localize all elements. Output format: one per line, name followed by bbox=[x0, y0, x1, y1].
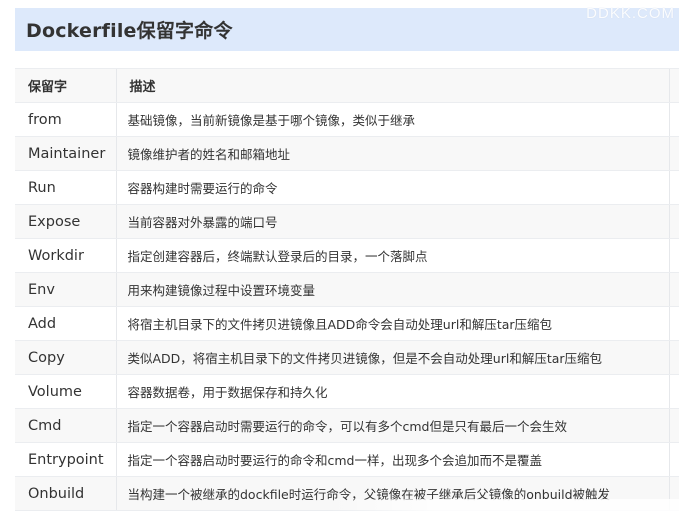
table-row: Add 将宿主机目录下的文件拷贝进镜像且ADD命令会自动处理url和解压tar压缩… bbox=[15, 306, 679, 341]
table-row: Cmd 指定一个容器启动时需要运行的命令，可以有多个cmd但是只有最后一个会生效 bbox=[15, 408, 679, 443]
keyword-cell: Copy bbox=[15, 340, 116, 375]
keyword-cell: from bbox=[15, 102, 116, 137]
table-row: Entrypoint 指定一个容器启动时要运行的命令和cmd一样，出现多个会追加而… bbox=[15, 442, 679, 477]
keyword-cell: Workdir bbox=[15, 238, 116, 273]
description-cell: 当前容器对外暴露的端口号 bbox=[115, 204, 669, 239]
description-cell: 容器数据卷，用于数据保存和持久化 bbox=[115, 374, 669, 409]
table-header-row: 保留字 描述 bbox=[15, 68, 679, 103]
header-filler bbox=[668, 68, 679, 103]
watermark: DDKK.COM bbox=[586, 5, 675, 22]
description-cell: 指定一个容器启动时要运行的命令和cmd一样，出现多个会追加而不是覆盖 bbox=[115, 442, 669, 477]
filler-cell bbox=[668, 272, 679, 307]
keyword-cell: Maintainer bbox=[15, 136, 116, 171]
table-row: Workdir 指定创建容器后，终端默认登录后的目录，一个落脚点 bbox=[15, 238, 679, 273]
description-cell: 用来构建镜像过程中设置环境变量 bbox=[115, 272, 669, 307]
filler-cell bbox=[668, 442, 679, 477]
filler-cell bbox=[668, 374, 679, 409]
description-cell: 镜像维护者的姓名和邮箱地址 bbox=[115, 136, 669, 171]
keyword-cell: Env bbox=[15, 272, 116, 307]
keyword-cell: Volume bbox=[15, 374, 116, 409]
keyword-cell: Expose bbox=[15, 204, 116, 239]
table-row: Expose 当前容器对外暴露的端口号 bbox=[15, 204, 679, 239]
filler-cell bbox=[668, 306, 679, 341]
description-cell: 指定一个容器启动时需要运行的命令，可以有多个cmd但是只有最后一个会生效 bbox=[115, 408, 669, 443]
description-cell: 基础镜像，当前新镜像是基于哪个镜像，类似于继承 bbox=[115, 102, 669, 137]
keyword-table: 保留字 描述 from 基础镜像，当前新镜像是基于哪个镜像，类似于继承 Mainta… bbox=[15, 68, 679, 511]
filler-cell bbox=[668, 136, 679, 171]
page-title: Dockerfile保留字命令 bbox=[26, 20, 233, 42]
table-row: from 基础镜像，当前新镜像是基于哪个镜像，类似于继承 bbox=[15, 102, 679, 137]
filler-cell bbox=[668, 204, 679, 239]
description-cell: 容器构建时需要运行的命令 bbox=[115, 170, 669, 205]
keyword-cell: Entrypoint bbox=[15, 442, 116, 477]
keyword-cell: Run bbox=[15, 170, 116, 205]
filler-cell bbox=[668, 102, 679, 137]
description-cell: 类似ADD，将宿主机目录下的文件拷贝进镜像，但是不会自动处理url和解压tar压… bbox=[115, 340, 669, 375]
table-row: Env 用来构建镜像过程中设置环境变量 bbox=[15, 272, 679, 307]
header-description: 描述 bbox=[115, 68, 669, 103]
table-row: Run 容器构建时需要运行的命令 bbox=[15, 170, 679, 205]
keyword-cell: Add bbox=[15, 306, 116, 341]
keyword-cell: Cmd bbox=[15, 408, 116, 443]
header-keyword: 保留字 bbox=[15, 68, 116, 103]
table-row: Copy 类似ADD，将宿主机目录下的文件拷贝进镜像，但是不会自动处理url和解压… bbox=[15, 340, 679, 375]
description-cell: 指定创建容器后，终端默认登录后的目录，一个落脚点 bbox=[115, 238, 669, 273]
filler-cell bbox=[668, 408, 679, 443]
table-body: from 基础镜像，当前新镜像是基于哪个镜像，类似于继承 Maintainer 镜像维… bbox=[15, 102, 679, 511]
keyword-cell: Onbuild bbox=[15, 476, 116, 511]
filler-cell bbox=[668, 340, 679, 375]
filler-cell bbox=[668, 170, 679, 205]
table-row: Maintainer 镜像维护者的姓名和邮箱地址 bbox=[15, 136, 679, 171]
title-banner: Dockerfile保留字命令 bbox=[15, 8, 679, 51]
bottom-fade-overlay bbox=[330, 499, 679, 523]
description-cell: 将宿主机目录下的文件拷贝进镜像且ADD命令会自动处理url和解压tar压缩包 bbox=[115, 306, 669, 341]
filler-cell bbox=[668, 238, 679, 273]
table-row: Volume 容器数据卷，用于数据保存和持久化 bbox=[15, 374, 679, 409]
